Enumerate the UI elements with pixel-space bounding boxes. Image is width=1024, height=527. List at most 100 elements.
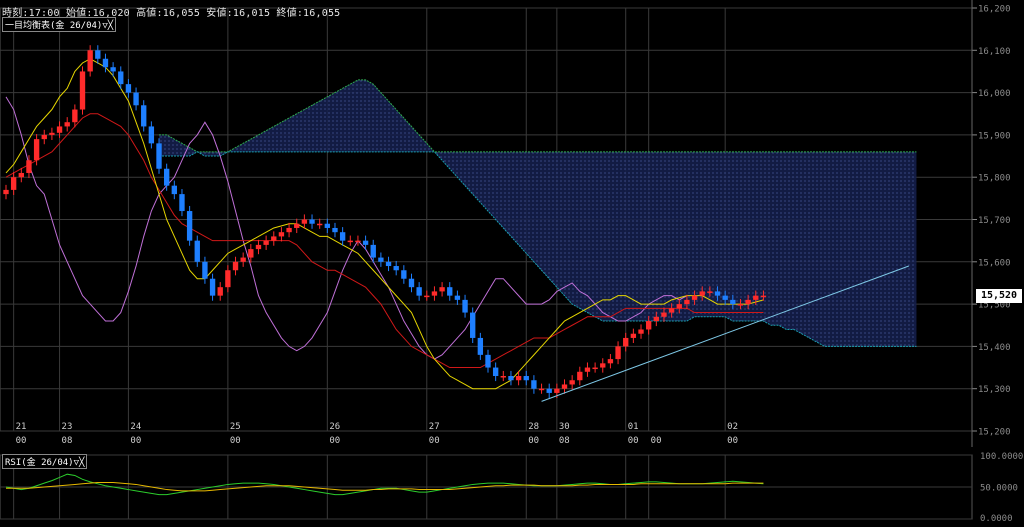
candle-body [271, 236, 277, 241]
candle [492, 362, 499, 382]
candle-body [347, 240, 353, 243]
candle-body [447, 287, 453, 296]
candle-body [600, 363, 606, 368]
candle [424, 290, 430, 301]
candle-body [72, 109, 78, 123]
indicator-label[interactable]: 一目均衡表(金 26/04)▽╳ [2, 17, 117, 32]
candle [546, 383, 552, 399]
candle-body [745, 299, 751, 305]
candle [454, 290, 461, 305]
candle-body [737, 304, 744, 306]
candle-body [248, 249, 254, 258]
candle [561, 379, 568, 394]
y-tick-label: 16,200 [978, 5, 1011, 15]
candle [163, 163, 170, 191]
candle-body [370, 244, 376, 258]
candle [232, 256, 239, 276]
x-tick-hour: 00 [429, 436, 440, 446]
x-tick-hour: 00 [628, 436, 639, 446]
rsi-lines [5, 473, 764, 496]
candle [294, 218, 300, 234]
rsi-label[interactable]: RSI(金 26/04)▽╳ [2, 454, 88, 469]
candle-body [707, 291, 713, 293]
candle-body [255, 244, 262, 250]
candle-body [584, 367, 591, 372]
x-tick-hour: 00 [16, 436, 27, 446]
x-tick-day: 26 [329, 422, 340, 432]
candle-body [592, 367, 598, 370]
candle-body [691, 295, 698, 300]
candle-body [385, 261, 392, 267]
y-tick-label: 16,100 [978, 47, 1011, 57]
candle-body [439, 287, 445, 292]
candle [41, 129, 47, 145]
candle-body [202, 261, 208, 279]
candle [362, 235, 369, 250]
candle [531, 375, 537, 394]
candle [615, 341, 621, 365]
candle [416, 282, 422, 301]
candle-body [18, 172, 24, 178]
candle-body [485, 354, 491, 368]
candle [309, 214, 315, 229]
candle-body [653, 316, 659, 322]
rsi-chart[interactable]: 100.0000 50.0000 0.0000 [0, 449, 1024, 524]
y-tick-label: 15,900 [978, 131, 1011, 141]
candle-body [538, 388, 545, 391]
rsi-tick-label: 100.0000 [980, 452, 1023, 462]
candle-body [714, 291, 721, 296]
candle [110, 62, 116, 77]
candle-body [730, 299, 736, 305]
candle-body [615, 346, 621, 360]
rsi-axis: 100.0000 50.0000 0.0000 [980, 452, 1023, 524]
candle [447, 282, 453, 301]
candle [278, 227, 285, 242]
candle-body [676, 304, 682, 309]
candle-body [339, 232, 346, 241]
candle-body [309, 219, 315, 224]
candle [385, 256, 392, 272]
candle-body [225, 270, 231, 288]
candle-body [577, 371, 583, 381]
x-tick-hour: 08 [62, 436, 73, 446]
rsi-panel[interactable]: 100.0000 50.0000 0.0000 RSI(金 26/04)▽╳ [0, 449, 1024, 524]
x-tick-day: 27 [429, 422, 440, 432]
y-tick-label: 15,600 [978, 258, 1011, 268]
x-tick-day: 25 [230, 422, 241, 432]
candlestick-chart[interactable]: 16,200 16,100 16,000 15,900 15,800 15,700 15,6… [0, 0, 1024, 447]
x-tick-day: 30 [559, 422, 570, 432]
candle-body [179, 194, 185, 212]
candle [584, 362, 591, 377]
y-tick-label: 15,700 [978, 216, 1011, 226]
candle-body [33, 139, 40, 161]
candle [630, 328, 637, 344]
x-tick-day: 02 [727, 422, 738, 432]
candle [125, 79, 132, 98]
ichimoku-cloud [159, 79, 917, 347]
x-tick-day: 23 [62, 422, 73, 432]
candle [49, 127, 55, 140]
candle-body [125, 84, 132, 93]
main-chart-panel[interactable]: 16,200 16,100 16,000 15,900 15,800 15,700 15,6… [0, 0, 1024, 447]
candle-body [362, 240, 369, 245]
candle-body [41, 134, 47, 140]
candle-body [500, 376, 506, 378]
candle [569, 375, 575, 390]
candle-body [163, 168, 170, 186]
candle-body [638, 329, 644, 334]
candle-body [232, 261, 239, 271]
candle [378, 252, 384, 267]
candle-body [753, 295, 759, 300]
candle [209, 273, 216, 301]
candle-body [645, 321, 652, 330]
candle [171, 180, 177, 200]
candle-body [401, 270, 407, 279]
candle-body [171, 185, 177, 195]
candle-body [477, 337, 484, 355]
candle-body [324, 223, 331, 228]
candle-body [286, 227, 292, 233]
candle-body [95, 50, 101, 59]
candle-body [561, 384, 568, 389]
candle-body [156, 143, 162, 169]
x-tick-hour: 00 [651, 436, 662, 446]
